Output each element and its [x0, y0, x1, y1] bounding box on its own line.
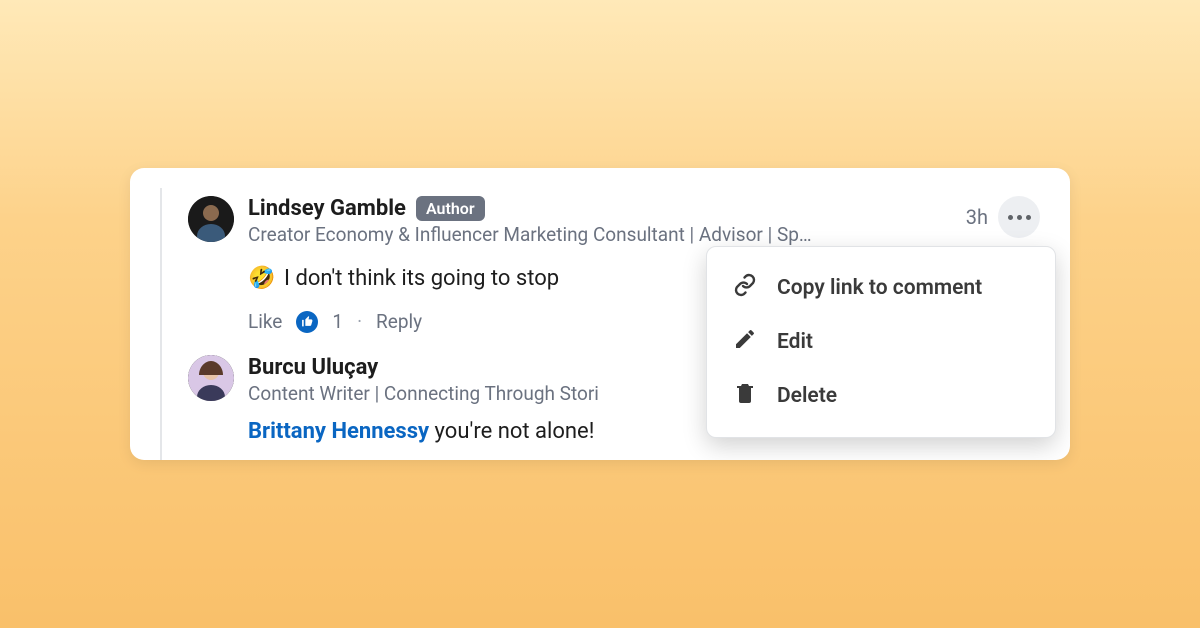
comment-text: you're not alone!	[429, 419, 594, 444]
like-reaction-icon	[296, 311, 318, 333]
trash-icon	[733, 381, 757, 411]
avatar[interactable]	[188, 196, 234, 242]
separator-dot: ·	[357, 310, 362, 333]
commenter-headline: Creator Economy & Influencer Marketing C…	[248, 223, 948, 246]
menu-item-label: Delete	[777, 384, 837, 408]
comment-card: 3h Lindsey Gamble Author Creator Economy…	[130, 168, 1070, 460]
commenter-name[interactable]: Burcu Uluçay	[248, 355, 378, 380]
link-icon	[733, 273, 757, 303]
commenter-headline: Content Writer | Connecting Through Stor…	[248, 382, 668, 405]
rofl-emoji-icon: 🤣	[248, 264, 276, 292]
comment-text: I don't think its going to stop	[284, 266, 559, 291]
like-count: 1	[332, 310, 343, 333]
timestamp: 3h	[966, 205, 988, 229]
reply-button[interactable]: Reply	[376, 310, 422, 333]
menu-item-label: Copy link to comment	[777, 276, 982, 300]
menu-item-label: Edit	[777, 330, 813, 354]
pencil-icon	[733, 327, 757, 357]
delete-menu-item[interactable]: Delete	[707, 369, 1055, 423]
edit-menu-item[interactable]: Edit	[707, 315, 1055, 369]
overflow-menu-button[interactable]	[998, 196, 1040, 238]
like-button[interactable]: Like	[248, 310, 282, 333]
commenter-name[interactable]: Lindsey Gamble	[248, 196, 406, 221]
author-badge: Author	[416, 196, 485, 221]
copy-link-menu-item[interactable]: Copy link to comment	[707, 261, 1055, 315]
avatar[interactable]	[188, 355, 234, 401]
comment-context-menu: Copy link to comment Edit Delete	[706, 246, 1056, 438]
mention-link[interactable]: Brittany Hennessy	[248, 419, 429, 444]
